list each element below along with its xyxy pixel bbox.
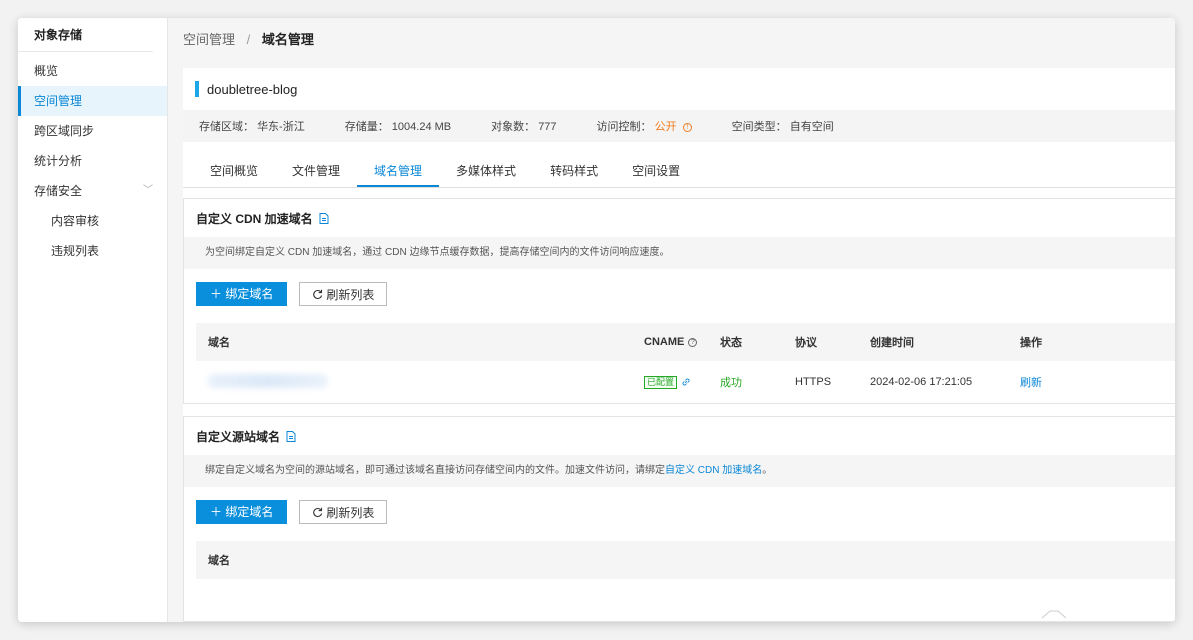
table-row: 已配置 成功 HTTPS 2024-02-06 17:21:05 刷新 — [196, 361, 1175, 403]
title-accent-bar — [195, 81, 199, 97]
sidebar-item-label: 存储安全 — [34, 184, 83, 198]
protocol-cell: HTTPS — [795, 376, 832, 388]
column-protocol: 协议 — [795, 337, 817, 349]
origin-section-header: 自定义源站域名 — [184, 417, 1175, 455]
sidebar-item-content-review[interactable]: 内容审核 — [18, 206, 167, 236]
sidebar-item-storage-security[interactable]: 存储安全 ﹀ — [18, 176, 167, 206]
tab-overview[interactable]: 空间概览 — [193, 157, 275, 187]
access-status: 公开 — [654, 121, 677, 133]
column-domain: 域名 — [208, 555, 230, 567]
bucket-title: doubletree-blog — [183, 68, 1175, 110]
info-access-control: 访问控制： 公开 ! — [597, 118, 692, 134]
tab-bar: 空间概览 文件管理 域名管理 多媒体样式 转码样式 空间设置 — [183, 144, 1175, 188]
blurred-domain — [208, 373, 328, 388]
origin-domain-table: 域名 — [196, 541, 1175, 621]
column-created: 创建时间 — [870, 337, 914, 349]
column-action: 操作 — [1020, 337, 1042, 349]
info-bucket-type: 空间类型： 自有空间 — [731, 121, 834, 133]
cname-configured-badge: 已配置 — [644, 375, 678, 389]
column-domain: 域名 — [208, 337, 230, 349]
tab-transcode-styles[interactable]: 转码样式 — [533, 157, 615, 187]
cdn-action-row: ＋ 绑定域名 刷新列表 — [184, 269, 1175, 319]
status-cell: 成功 — [720, 377, 742, 389]
sidebar-item-cross-region-sync[interactable]: 跨区域同步 — [18, 116, 167, 146]
tab-media-styles[interactable]: 多媒体样式 — [439, 157, 533, 187]
hexagon-icon[interactable] — [1033, 608, 1067, 622]
app-window: 对象存储 概览 空间管理 跨区域同步 统计分析 存储安全 ﹀ 内容审核 违规列表… — [18, 18, 1175, 622]
cdn-section-description: 为空间绑定自定义 CDN 加速域名，通过 CDN 边缘节点缓存数据，提高存储空间… — [184, 237, 1175, 269]
action-cell: 刷新 — [1020, 374, 1100, 390]
refresh-domain-link[interactable]: 刷新 — [1020, 377, 1042, 389]
refresh-origin-list-button[interactable]: 刷新列表 — [299, 500, 388, 524]
info-icon[interactable]: ! — [682, 122, 692, 132]
tab-bucket-settings[interactable]: 空间设置 — [615, 157, 697, 187]
link-icon[interactable] — [681, 377, 691, 387]
domain-cell — [196, 373, 644, 391]
cdn-domain-card: 自定义 CDN 加速域名 为空间绑定自定义 CDN 加速域名，通过 CDN 边缘… — [183, 198, 1175, 404]
sidebar: 对象存储 概览 空间管理 跨区域同步 统计分析 存储安全 ﹀ 内容审核 违规列表 — [18, 18, 168, 622]
info-objects: 对象数： 777 — [491, 121, 557, 133]
document-icon[interactable] — [286, 430, 296, 442]
refresh-icon — [312, 507, 323, 518]
created-cell: 2024-02-06 17:21:05 — [870, 376, 973, 388]
bucket-info-bar: 存储区域： 华东-浙江 存储量： 1004.24 MB 对象数： 777 访问控… — [183, 110, 1175, 142]
table-header: 域名 — [196, 541, 1175, 579]
table-header: 域名 CNAME ? 状态 协议 创建时间 操作 — [196, 323, 1175, 361]
cdn-domain-table: 域名 CNAME ? 状态 协议 创建时间 操作 已配置 成功 HTTPS 20… — [196, 323, 1175, 403]
refresh-cdn-list-button[interactable]: 刷新列表 — [299, 282, 388, 306]
tab-domain-management[interactable]: 域名管理 — [357, 157, 440, 187]
document-icon[interactable] — [319, 212, 329, 224]
empty-table-body — [196, 579, 1175, 621]
breadcrumb: 空间管理 / 域名管理 — [168, 18, 1175, 62]
breadcrumb-separator: / — [246, 32, 251, 47]
cdn-section-title: 自定义 CDN 加速域名 — [196, 211, 313, 226]
refresh-label: 刷新列表 — [326, 505, 375, 520]
cdn-section-header: 自定义 CDN 加速域名 — [184, 199, 1175, 237]
origin-action-row: ＋ 绑定域名 刷新列表 — [184, 487, 1175, 537]
content-panel: doubletree-blog 存储区域： 华东-浙江 存储量： 1004.24… — [183, 68, 1175, 622]
breadcrumb-parent[interactable]: 空间管理 — [183, 32, 235, 47]
sidebar-item-statistics[interactable]: 统计分析 — [18, 146, 167, 176]
cdn-domain-link[interactable]: 自定义 CDN 加速域名 — [665, 465, 762, 476]
info-region: 存储区域： 华东-浙江 — [199, 121, 305, 133]
origin-domain-card: 自定义源站域名 绑定自定义域名为空间的源站域名，即可通过该域名直接访问存储空间内… — [183, 416, 1175, 622]
chevron-up-icon: ﹀ — [143, 185, 153, 196]
bind-origin-domain-button[interactable]: ＋ 绑定域名 — [196, 500, 288, 524]
question-icon[interactable]: ? — [688, 337, 698, 347]
main-area: 空间管理 / 域名管理 doubletree-blog 存储区域： 华东-浙江 … — [168, 18, 1175, 622]
cname-cell: 已配置 — [644, 375, 720, 389]
tab-file-management[interactable]: 文件管理 — [275, 157, 357, 187]
sidebar-item-violation-list[interactable]: 违规列表 — [18, 236, 167, 266]
info-storage: 存储量： 1004.24 MB — [344, 121, 452, 133]
column-status: 状态 — [720, 337, 742, 349]
sidebar-item-bucket-management[interactable]: 空间管理 — [18, 86, 167, 116]
breadcrumb-current: 域名管理 — [261, 32, 314, 47]
origin-section-title: 自定义源站域名 — [196, 429, 281, 444]
bind-cdn-domain-button[interactable]: ＋ 绑定域名 — [196, 282, 288, 306]
column-cname: CNAME ? — [644, 336, 720, 348]
bucket-name: doubletree-blog — [207, 81, 298, 97]
sidebar-title: 对象存储 — [18, 18, 153, 52]
origin-section-description: 绑定自定义域名为空间的源站域名，即可通过该域名直接访问存储空间内的文件。加速文件… — [184, 455, 1175, 487]
sidebar-item-overview[interactable]: 概览 — [18, 56, 167, 86]
refresh-icon — [312, 289, 323, 300]
refresh-label: 刷新列表 — [326, 287, 375, 302]
